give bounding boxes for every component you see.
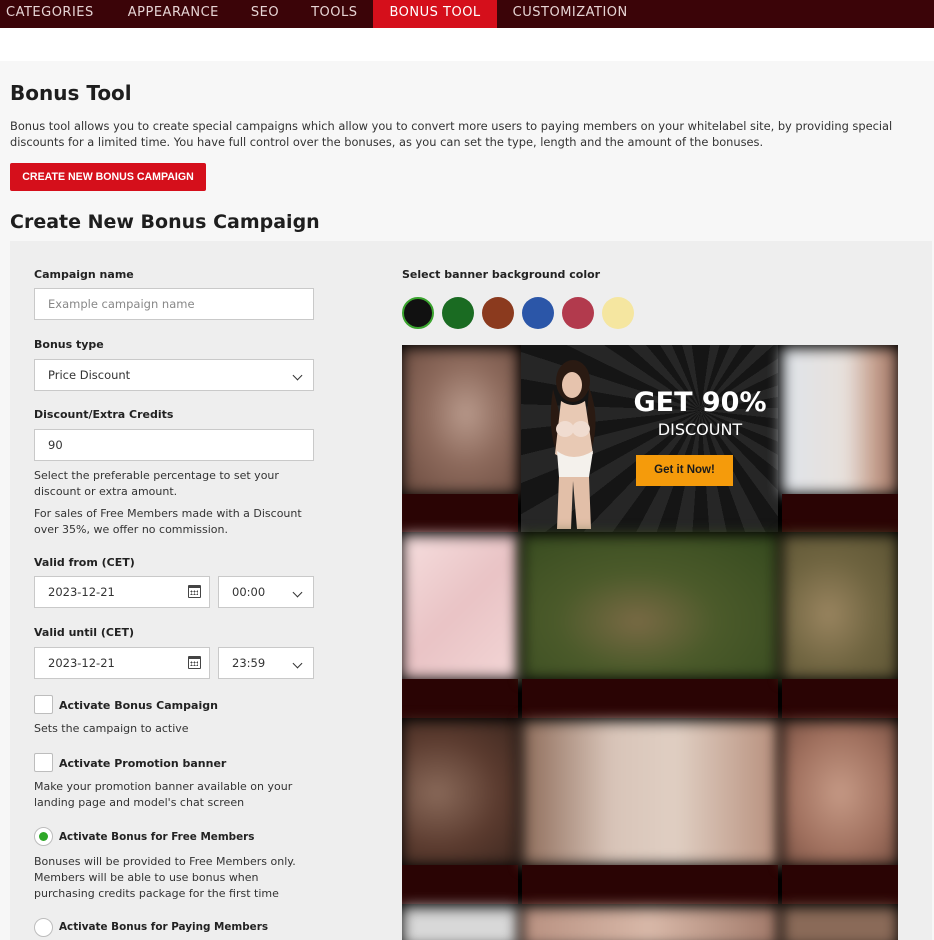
valid-from-date-value: 2023-12-21	[48, 585, 115, 599]
free-members-radio[interactable]	[34, 827, 53, 846]
campaign-name-label: Campaign name	[34, 268, 134, 281]
bonus-type-value: Price Discount	[48, 368, 131, 382]
color-swatch-black[interactable]	[402, 297, 434, 329]
discount-label: Discount/Extra Credits	[34, 408, 174, 421]
thumbnail-caption-bar	[782, 679, 898, 718]
calendar-icon[interactable]	[188, 656, 201, 669]
activate-campaign-label: Activate Bonus Campaign	[59, 699, 218, 712]
model-figure-image	[550, 360, 596, 529]
tab-appearance[interactable]: APPEARANCE	[112, 0, 235, 28]
page-title: Bonus Tool	[10, 81, 132, 105]
campaign-name-input[interactable]: Example campaign name	[34, 288, 314, 320]
valid-until-date-value: 2023-12-21	[48, 656, 115, 670]
blurred-thumbnail	[402, 721, 518, 865]
thumbnail-tile	[782, 348, 898, 532]
valid-from-time-select[interactable]: 00:00	[218, 576, 314, 608]
free-members-label: Activate Bonus for Free Members	[59, 831, 255, 843]
blurred-thumbnail	[522, 907, 778, 940]
tab-bonus-tool[interactable]: BONUS TOOL	[373, 0, 497, 28]
blurred-thumbnail	[402, 907, 518, 940]
activate-banner-label: Activate Promotion banner	[59, 757, 227, 770]
thumbnail-caption-bar	[782, 865, 898, 904]
create-bonus-campaign-button[interactable]: CREATE NEW BONUS CAMPAIGN	[10, 163, 206, 191]
color-swatch-green[interactable]	[442, 297, 474, 329]
discount-input[interactable]: 90	[34, 429, 314, 461]
commission-note: For sales of Free Members made with a Di…	[34, 507, 302, 536]
blurred-thumbnail	[402, 348, 518, 494]
valid-from-label: Valid from (CET)	[34, 556, 135, 569]
thumbnail-caption-bar	[402, 679, 518, 718]
thumbnail-caption-bar	[402, 865, 518, 904]
tab-customization[interactable]: CUSTOMIZATION	[497, 0, 644, 28]
chevron-down-icon	[292, 587, 303, 598]
color-swatch-brown[interactable]	[482, 297, 514, 329]
section-title: Create New Bonus Campaign	[10, 211, 320, 233]
valid-until-label: Valid until (CET)	[34, 626, 135, 639]
thumbnail-caption-bar	[522, 865, 778, 904]
tab-tools[interactable]: TOOLS	[295, 0, 373, 28]
tab-seo[interactable]: SEO	[235, 0, 295, 28]
promotion-banner: GET 90% DISCOUNT Get it Now!	[521, 345, 778, 532]
valid-from-time-value: 00:00	[232, 585, 266, 599]
thumbnail-tile	[402, 907, 518, 940]
thumbnail-tile	[522, 907, 778, 940]
valid-from-date-input[interactable]: 2023-12-21	[34, 576, 210, 608]
color-swatch-blue[interactable]	[522, 297, 554, 329]
header-spacer	[0, 28, 934, 61]
chevron-down-icon	[292, 370, 303, 381]
blurred-thumbnail	[522, 721, 778, 865]
activate-banner-help: Make your promotion banner available on …	[34, 780, 293, 809]
thumbnail-tile	[402, 535, 518, 718]
blurred-thumbnail	[782, 721, 898, 865]
free-members-help: Bonuses will be provided to Free Members…	[34, 855, 296, 900]
valid-until-time-value: 23:59	[232, 656, 266, 670]
blurred-thumbnail	[782, 535, 898, 679]
blurred-thumbnail	[402, 535, 518, 679]
blurred-thumbnail	[782, 348, 898, 494]
color-swatch-cream[interactable]	[602, 297, 634, 329]
get-it-now-button[interactable]: Get it Now!	[636, 455, 733, 486]
thumbnail-tile	[782, 907, 898, 940]
banner-color-label: Select banner background color	[402, 268, 601, 281]
thumbnail-tile	[782, 535, 898, 718]
chevron-down-icon	[292, 658, 303, 669]
thumbnail-tile	[402, 721, 518, 904]
banner-subline: DISCOUNT	[657, 420, 743, 439]
page-description: Bonus tool allows you to create special …	[10, 119, 893, 149]
blurred-thumbnail	[782, 907, 898, 940]
blurred-thumbnail	[522, 535, 778, 679]
valid-until-time-select[interactable]: 23:59	[218, 647, 314, 679]
bonus-type-select[interactable]: Price Discount	[34, 359, 314, 391]
activate-banner-checkbox[interactable]	[34, 753, 53, 772]
banner-preview-grid: GET 90% DISCOUNT Get it Now!	[402, 345, 898, 940]
thumbnail-tile	[522, 721, 778, 904]
thumbnail-tile	[782, 721, 898, 904]
thumbnail-caption-bar	[402, 494, 518, 532]
paying-members-label: Activate Bonus for Paying Members	[59, 921, 269, 933]
thumbnail-caption-bar	[522, 679, 778, 718]
valid-until-date-input[interactable]: 2023-12-21	[34, 647, 210, 679]
activate-campaign-help: Sets the campaign to active	[34, 722, 189, 735]
top-navigation: CATEGORIES APPEARANCE SEO TOOLS BONUS TO…	[0, 0, 934, 28]
thumbnail-tile	[402, 348, 518, 532]
color-swatch-rose[interactable]	[562, 297, 594, 329]
thumbnail-caption-bar	[782, 494, 898, 532]
bonus-type-label: Bonus type	[34, 338, 104, 351]
thumbnail-tile	[522, 535, 778, 718]
calendar-icon[interactable]	[188, 585, 201, 598]
banner-headline: GET 90%	[633, 387, 767, 418]
paying-members-radio[interactable]	[34, 918, 53, 937]
discount-help-text: Select the preferable percentage to set …	[34, 469, 279, 498]
tab-categories[interactable]: CATEGORIES	[0, 0, 112, 28]
activate-campaign-checkbox[interactable]	[34, 695, 53, 714]
